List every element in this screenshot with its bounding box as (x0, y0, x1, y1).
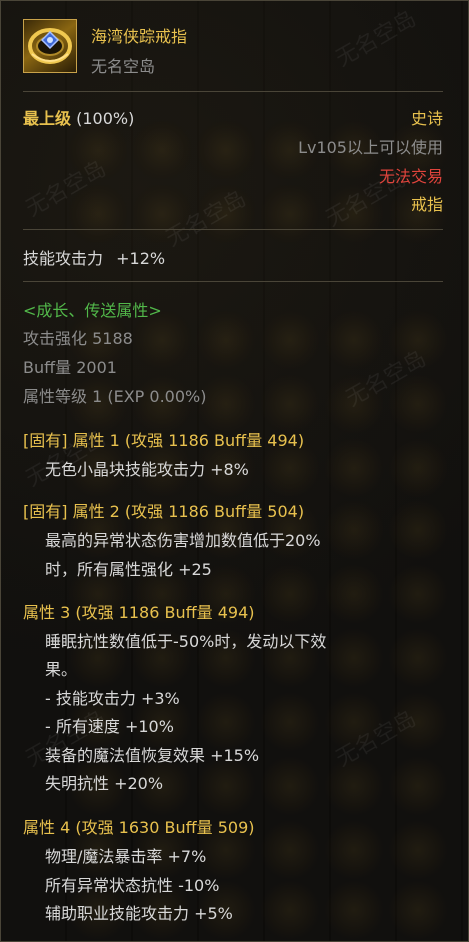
buff-amount: Buff量 2001 (23, 358, 117, 377)
attack-enhance: 攻击强化 5188 (23, 329, 133, 348)
grade-percent: (100%) (76, 109, 135, 128)
divider (23, 91, 443, 92)
base-stat-value: +12% (116, 249, 166, 268)
item-tooltip: 无名空岛 无名空岛 无名空岛 无名空岛 无名空岛 无名空岛 无名空岛 无名空岛 … (0, 0, 469, 942)
level-requirement: Lv105以上可以使用 (298, 138, 443, 157)
attribute-2-line: 时，所有属性强化 +25 (45, 560, 212, 579)
attribute-1-header: [固有] 属性 1 (攻强 1186 Buff量 494) (23, 431, 305, 450)
item-name: 海湾侠踪戒指 (91, 27, 188, 46)
grade-label: 最上级 (23, 109, 72, 128)
attribute-3-line: - 所有速度 +10% (45, 717, 174, 736)
attribute-3-line: 失明抗性 +20% (45, 774, 164, 793)
attribute-level: 属性等级 1 (EXP 0.00%) (23, 387, 207, 406)
ring-icon (23, 19, 77, 73)
attribute-4-header: 属性 4 (攻强 1630 Buff量 509) (23, 818, 255, 837)
item-source: 无名空岛 (91, 57, 156, 76)
base-stat-label: 技能攻击力 (23, 249, 104, 268)
rarity-label: 史诗 (410, 109, 443, 128)
attribute-2-header: [固有] 属性 2 (攻强 1186 Buff量 504) (23, 502, 305, 521)
attribute-3-line: 果。 (45, 660, 78, 679)
attribute-3-line: 睡眠抗性数值低于-50%时，发动以下效 (45, 632, 327, 651)
item-type: 戒指 (410, 195, 443, 214)
attribute-2-line: 最高的异常状态伤害增加数值低于20% (45, 531, 321, 550)
grade-line: 最上级 (100%) (23, 105, 134, 129)
attribute-4-line: 物理/魔法暴击率 +7% (45, 847, 207, 866)
attribute-3-line: - 技能攻击力 +3% (45, 689, 180, 708)
divider (23, 229, 443, 230)
attribute-1-line: 无色小晶块技能攻击力 +8% (45, 460, 249, 479)
attribute-4-line: 所有异常状态抗性 -10% (45, 876, 220, 895)
attribute-4-line: 辅助职业技能攻击力 +5% (45, 904, 233, 923)
trade-status: 无法交易 (378, 167, 443, 186)
divider (23, 281, 443, 282)
base-stat: 技能攻击力 +12% (23, 245, 165, 269)
attribute-3-line: 装备的魔法值恢复效果 +15% (45, 746, 260, 765)
growth-header: <成长、传送属性> (23, 301, 162, 320)
attribute-3-header: 属性 3 (攻强 1186 Buff量 494) (23, 603, 255, 622)
